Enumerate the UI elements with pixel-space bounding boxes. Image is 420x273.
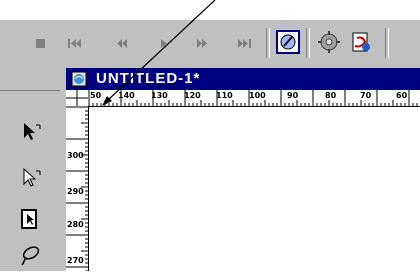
- gear-settings-icon[interactable]: [317, 30, 341, 54]
- step-forward-icon: [197, 38, 207, 48]
- ruler-label: 90: [287, 91, 299, 100]
- subselect-tool-icon[interactable]: [18, 166, 42, 190]
- ruler-label: 290: [67, 187, 84, 196]
- stop-icon: [35, 38, 45, 48]
- ruler-label: 300: [67, 151, 84, 160]
- toolbar-separator: [306, 28, 310, 58]
- horizontal-ruler[interactable]: 50 140 130 120 110 100 90 80 70 60: [88, 90, 420, 107]
- step-back-button[interactable]: [113, 32, 131, 54]
- application-window: UNTITLED-1* 50 140 130 120 110 100 90 80…: [0, 0, 420, 271]
- rewind-button[interactable]: [66, 32, 84, 54]
- toolbar-separator: [266, 28, 270, 58]
- fast-forward-icon: [238, 38, 251, 48]
- drawing-canvas[interactable]: [89, 107, 420, 271]
- rewind-icon: [68, 38, 81, 48]
- ruler-label: 270: [67, 256, 84, 265]
- document-title-bar[interactable]: UNTITLED-1*: [66, 68, 420, 90]
- page-tool-icon[interactable]: [18, 207, 42, 231]
- step-forward-button[interactable]: [193, 32, 211, 54]
- ruler-label: 140: [118, 91, 135, 100]
- ruler-label: 50: [90, 91, 102, 100]
- ruler-label: 120: [184, 91, 201, 100]
- animation-script-icon[interactable]: [276, 30, 300, 54]
- ruler-label: 100: [249, 91, 266, 100]
- lasso-tool-icon[interactable]: [18, 244, 42, 268]
- playback-toolbar: [0, 20, 420, 66]
- vertical-ruler[interactable]: 300 290 280 270: [66, 106, 89, 271]
- ruler-label: 60: [396, 91, 408, 100]
- ruler-label: 110: [216, 91, 233, 100]
- play-icon: [161, 38, 167, 48]
- ruler-label: 130: [151, 91, 168, 100]
- tools-panel-header: [0, 66, 60, 91]
- ruler-label: 70: [360, 91, 372, 100]
- stop-button[interactable]: [33, 32, 47, 54]
- arrow-tool-icon[interactable]: [18, 120, 42, 144]
- ruler-origin-corner[interactable]: [66, 90, 89, 107]
- fast-forward-button[interactable]: [234, 32, 254, 54]
- play-button[interactable]: [157, 32, 171, 54]
- tools-panel: [0, 66, 60, 271]
- tool-script-icon[interactable]: [349, 30, 373, 54]
- ruler-label: 80: [325, 91, 337, 100]
- toolbar-separator: [385, 28, 389, 58]
- document-title: UNTITLED-1*: [96, 70, 201, 87]
- step-back-icon: [117, 38, 127, 48]
- document-icon: [71, 71, 89, 87]
- ruler-label: 280: [67, 220, 84, 229]
